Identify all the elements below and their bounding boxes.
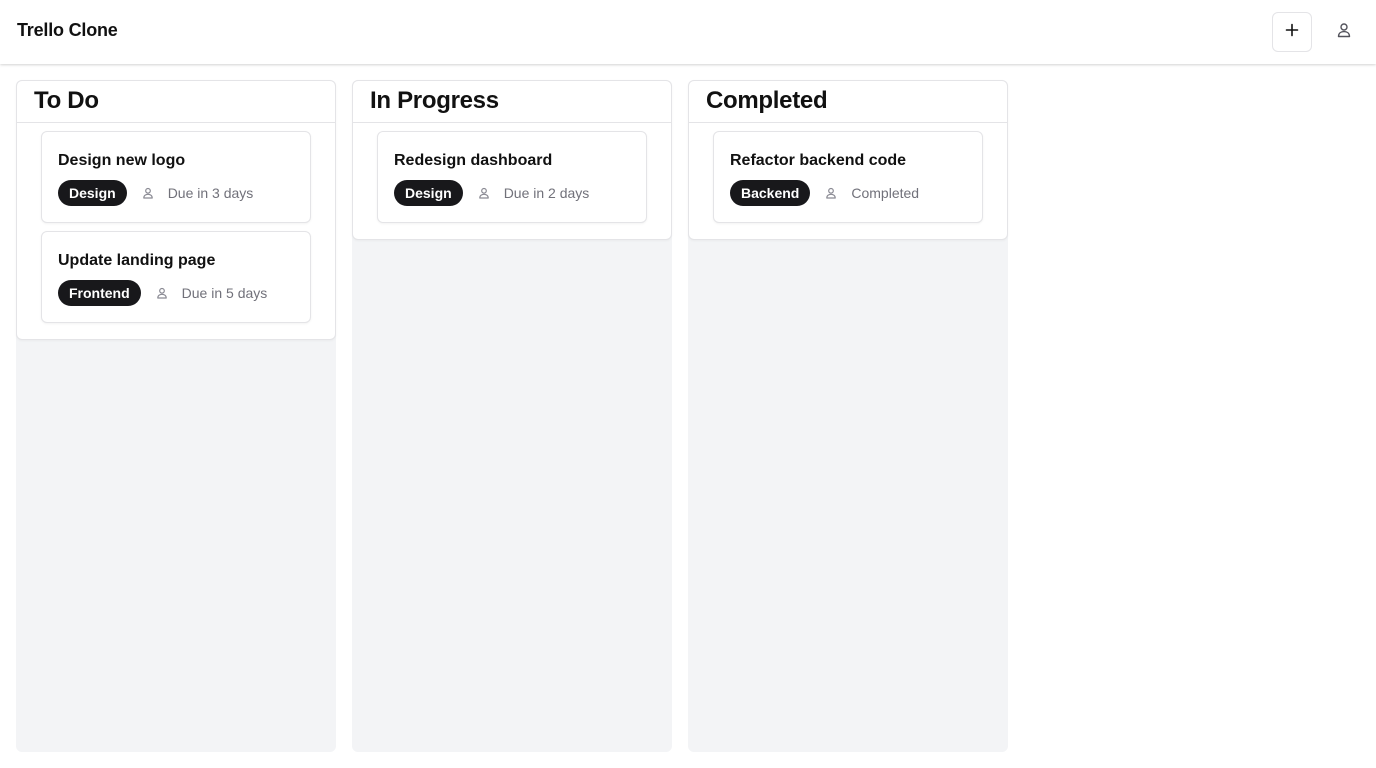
card-title: Design new logo: [58, 152, 186, 169]
card-due-text: Due in 3 days: [167, 185, 254, 201]
card-status-text: Completed: [851, 185, 920, 201]
app-title: Trello Clone: [17, 20, 118, 40]
column-panel: Completed Refactor backend code Backend …: [688, 80, 1008, 240]
card-list: Redesign dashboard Design Due in 2 days: [353, 123, 671, 239]
user-icon: [824, 186, 838, 200]
card-tag: Design: [394, 180, 463, 206]
task-card[interactable]: Design new logo Design Due in 3 days: [41, 131, 311, 223]
column-header: In Progress: [353, 81, 671, 123]
column-header: Completed: [689, 81, 1007, 123]
profile-button[interactable]: [1324, 12, 1364, 52]
card-meta: Design Due in 3 days: [58, 180, 310, 206]
app-header: Trello Clone: [0, 0, 1376, 64]
task-card[interactable]: Update landing page Frontend Due in 5 da…: [41, 231, 311, 323]
card-title: Update landing page: [58, 252, 216, 269]
card-tag: Backend: [730, 180, 811, 206]
user-icon: [141, 186, 155, 200]
card-due-text: Due in 2 days: [503, 185, 590, 201]
card-list: Design new logo Design Due in 3 days Upd…: [17, 123, 335, 339]
card-tag: Design: [58, 180, 127, 206]
column-title: Completed: [706, 87, 828, 114]
column-in-progress: In Progress Redesign dashboard Design Du…: [352, 80, 672, 752]
user-icon: [1336, 22, 1352, 43]
task-card[interactable]: Refactor backend code Backend Completed: [713, 131, 983, 223]
card-meta: Backend Completed: [730, 180, 982, 206]
column-title: To Do: [34, 87, 99, 114]
card-title: Redesign dashboard: [394, 152, 553, 169]
column-panel: To Do Design new logo Design Due in 3 da…: [16, 80, 336, 340]
column-panel: In Progress Redesign dashboard Design Du…: [352, 80, 672, 240]
column-header: To Do: [17, 81, 335, 123]
user-icon: [155, 286, 169, 300]
column-to-do: To Do Design new logo Design Due in 3 da…: [16, 80, 336, 752]
card-list: Refactor backend code Backend Completed: [689, 123, 1007, 239]
column-title: In Progress: [370, 87, 499, 114]
card-title: Refactor backend code: [730, 152, 907, 169]
card-due-text: Due in 5 days: [181, 285, 268, 301]
column-completed: Completed Refactor backend code Backend …: [688, 80, 1008, 752]
board: To Do Design new logo Design Due in 3 da…: [0, 64, 1376, 768]
add-button[interactable]: [1272, 12, 1312, 52]
card-meta: Frontend Due in 5 days: [58, 280, 310, 306]
task-card[interactable]: Redesign dashboard Design Due in 2 days: [377, 131, 647, 223]
plus-icon: [1285, 23, 1299, 42]
card-meta: Design Due in 2 days: [394, 180, 646, 206]
card-tag: Frontend: [58, 280, 141, 306]
user-icon: [477, 186, 491, 200]
